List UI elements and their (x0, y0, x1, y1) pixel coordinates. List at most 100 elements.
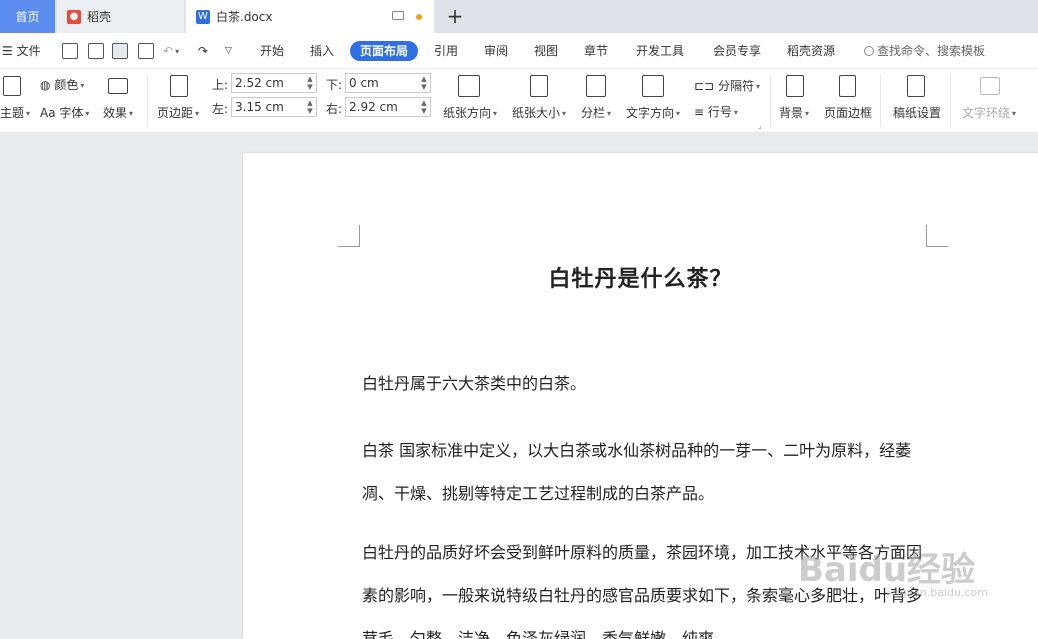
columns-label: 分栏 (581, 106, 606, 120)
bottom-margin-label: 下: (326, 78, 343, 92)
effect-label: 效果 (103, 106, 128, 120)
color-button[interactable]: ◍ 颜色 ▾ (40, 76, 84, 93)
margins-icon[interactable] (170, 75, 188, 97)
line-number-icon: ≡ (694, 105, 705, 119)
font-button[interactable]: Aa 字体 ▾ (40, 104, 89, 121)
theme-icon[interactable] (3, 76, 21, 96)
color-label: 颜色 (54, 78, 79, 92)
text-direction-label: 文字方向 (626, 106, 675, 120)
background-label: 背景 (779, 106, 804, 120)
text-direction-button[interactable]: 文字方向 ▾ (626, 104, 680, 121)
spinner-icon[interactable]: ▲ ▼ (306, 99, 314, 115)
menu-item-chapter[interactable]: 章节 (584, 41, 608, 61)
background-button[interactable]: 背景 ▾ (779, 104, 809, 121)
menu-item-page-layout[interactable]: 页面布局 (350, 41, 419, 61)
save-icon[interactable] (62, 43, 78, 59)
menu-item-insert[interactable]: 插入 (310, 41, 334, 61)
redo-icon[interactable]: ↷ (198, 41, 208, 61)
right-margin-field[interactable]: 2.92 cm ▲ ▼ (345, 97, 431, 117)
menu-item-reference[interactable]: 引用 (434, 41, 458, 61)
text-wrap-button: 文字环绕 ▾ (962, 106, 1017, 120)
ribbon-toolbar: 主题 ▾ ◍ 颜色 ▾ Aa 字体 ▾ 效果 ▾ 页边距 ▾ 上: 2.52 cm ▲ ▼ 左… (0, 69, 1038, 133)
baidu-watermark: Baidu经验 jingyan.baidu.com (798, 522, 988, 612)
crop-mark (338, 225, 360, 247)
file-menu[interactable]: ☰ 文件 (2, 41, 41, 61)
tab-daoke[interactable]: ● 稻壳 (57, 0, 184, 33)
monitor-icon[interactable] (392, 11, 404, 20)
daoke-icon: ● (67, 9, 81, 24)
hamburger-icon: ☰ (2, 44, 13, 58)
theme-label: 主题 (0, 106, 25, 120)
export-pdf-icon[interactable] (88, 43, 104, 59)
file-menu-label: 文件 (16, 44, 41, 58)
manuscript-settings-button[interactable]: 稿纸设置 (893, 104, 941, 121)
paper-size-label: 纸张大小 (512, 106, 561, 120)
orientation-button[interactable]: 纸张方向 ▾ (443, 104, 497, 121)
right-margin-value: 2.92 cm (349, 100, 398, 114)
paper-size-button[interactable]: 纸张大小 ▾ (512, 104, 566, 121)
menu-item-review[interactable]: 审阅 (484, 41, 508, 61)
unsaved-indicator-icon (416, 14, 422, 20)
command-search-label: 查找命令、搜索模板 (877, 44, 986, 58)
tab-home[interactable]: 首页 (0, 0, 55, 33)
right-margin-label: 右: (326, 102, 343, 116)
left-margin-label: 左: (212, 102, 229, 116)
text-wrap-icon (980, 77, 1000, 95)
theme-button[interactable]: 主题 ▾ (0, 104, 30, 121)
tab-home-label: 首页 (15, 10, 40, 24)
font-label: Aa 字体 (40, 106, 84, 120)
top-margin-field[interactable]: 2.52 cm ▲ ▼ (231, 73, 317, 93)
margins-label: 页边距 (157, 106, 194, 120)
tab-document-label: 白茶.docx (216, 10, 273, 24)
separator (770, 75, 771, 127)
new-tab-button[interactable]: + (444, 3, 466, 29)
orientation-icon[interactable] (458, 75, 480, 97)
menu-item-view[interactable]: 视图 (534, 41, 558, 61)
tab-document[interactable]: W 白茶.docx (186, 0, 434, 33)
menu-item-developer[interactable]: 开发工具 (636, 41, 684, 61)
separator (147, 75, 148, 127)
print-preview-icon[interactable] (138, 43, 154, 59)
quick-access-dropdown-icon[interactable]: ▽ (225, 41, 232, 61)
command-search[interactable]: 查找命令、搜索模板 (864, 41, 985, 61)
bottom-margin-field[interactable]: 0 cm ▲ ▼ (345, 73, 431, 93)
menu-item-daoke-resources[interactable]: 稻壳资源 (787, 41, 835, 61)
menu-bar: ☰ 文件 ↶ ▾ ↷ ▽ 开始 插入 页面布局 引用 审阅 视图 章节 开发工具 … (0, 33, 1038, 69)
effect-button[interactable]: 效果 ▾ (103, 104, 133, 121)
separator (950, 75, 951, 127)
spinner-icon[interactable]: ▲ ▼ (420, 75, 428, 91)
text-wrap-label: 文字环绕 (962, 106, 1011, 120)
menu-item-start[interactable]: 开始 (260, 41, 284, 61)
background-icon[interactable] (786, 75, 804, 97)
menu-item-member[interactable]: 会员专享 (713, 41, 761, 61)
palette-icon: ◍ (40, 78, 51, 92)
top-margin-value: 2.52 cm (235, 76, 284, 90)
print-icon[interactable] (112, 43, 128, 59)
paragraph[interactable]: 白茶 国家标准中定义，以大白茶或水仙茶树品种的一芽一、二叶为原料，经萎凋、干燥、… (362, 429, 922, 515)
page-break-icon: ⊏⊐ (694, 79, 715, 93)
top-margin-label: 上: (212, 78, 229, 92)
separator-button[interactable]: ⊏⊐ 分隔符 ▾ (694, 77, 760, 94)
columns-button[interactable]: 分栏 ▾ (581, 104, 611, 121)
tab-bar: 首页 ● 稻壳 W 白茶.docx + (0, 0, 1038, 33)
line-number-label: 行号 (707, 105, 732, 119)
paper-size-icon[interactable] (530, 75, 548, 97)
crop-mark (926, 225, 948, 247)
separator (880, 75, 881, 127)
undo-icon[interactable]: ↶ ▾ (163, 41, 179, 61)
page-border-button[interactable]: 页面边框 (824, 104, 872, 121)
manuscript-icon[interactable] (907, 75, 925, 97)
columns-icon[interactable] (586, 75, 606, 97)
document-title[interactable]: 白牡丹是什么茶？ (243, 261, 1038, 293)
dialog-launcher-icon[interactable]: ⌟ (758, 121, 762, 130)
tab-daoke-label: 稻壳 (87, 10, 112, 24)
text-direction-icon[interactable] (642, 75, 664, 97)
left-margin-field[interactable]: 3.15 cm ▲ ▼ (231, 97, 317, 117)
line-number-button[interactable]: ≡ 行号 ▾ (694, 103, 738, 120)
page-border-icon[interactable] (839, 75, 856, 97)
effect-icon[interactable] (108, 78, 128, 94)
paragraph[interactable]: 白牡丹属于六大茶类中的白茶。 (362, 362, 922, 405)
margins-button[interactable]: 页边距 ▾ (157, 104, 199, 121)
spinner-icon[interactable]: ▲ ▼ (306, 75, 314, 91)
spinner-icon[interactable]: ▲ ▼ (420, 99, 428, 115)
